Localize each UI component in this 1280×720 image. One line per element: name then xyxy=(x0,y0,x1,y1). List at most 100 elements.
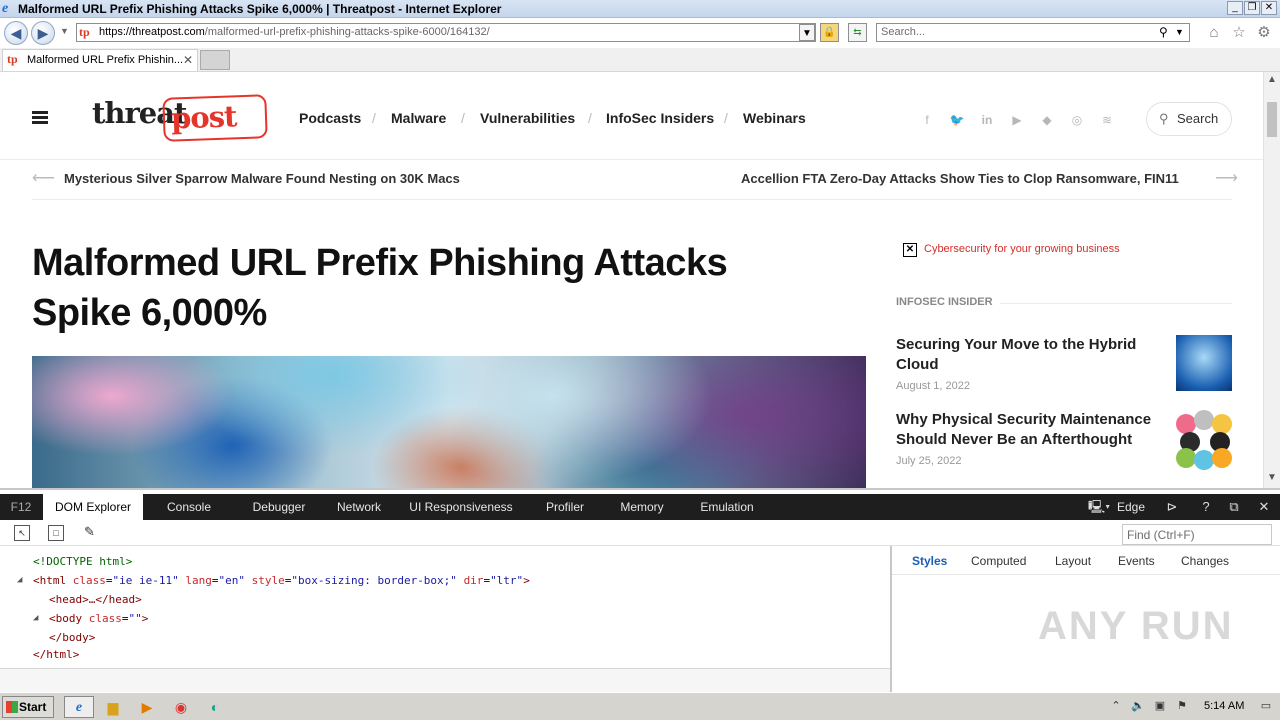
tab-console[interactable]: Console xyxy=(155,494,223,520)
twitter-icon[interactable]: 🐦 xyxy=(949,112,965,128)
dom-head-node[interactable]: <head>…</head> xyxy=(49,590,142,609)
windows-taskbar: Start e ▆ ▶ ◉ ◐ ⌃ 🔈 ▣ ⚑ 5:14 AM ▭ xyxy=(0,692,1280,720)
nav-malware[interactable]: Malware xyxy=(391,110,446,126)
nav-podcasts[interactable]: Podcasts xyxy=(299,110,361,126)
tab-memory[interactable]: Memory xyxy=(610,494,674,520)
select-element-icon[interactable]: ↖ xyxy=(14,525,30,541)
dom-tree: <!DOCTYPE html> ◢ <html class="ie ie-11"… xyxy=(0,546,890,668)
facebook-icon[interactable]: f xyxy=(919,112,935,128)
taskbar-internet-explorer-icon[interactable]: e xyxy=(64,696,94,718)
taskbar-file-explorer-icon[interactable]: ▆ xyxy=(98,696,128,718)
tab-events[interactable]: Events xyxy=(1118,554,1155,568)
logo-post-badge[interactable]: post xyxy=(162,94,268,142)
taskbar-edge-icon[interactable]: ◐ xyxy=(200,696,230,718)
close-window-button[interactable]: ✕ xyxy=(1261,1,1277,15)
start-button[interactable]: Start xyxy=(2,696,54,718)
arrow-left-icon[interactable]: ⟵ xyxy=(32,168,55,188)
iot-thumbnail-image[interactable] xyxy=(1176,410,1232,470)
home-icon[interactable]: ⌂ xyxy=(1205,24,1223,42)
address-dropdown-button[interactable]: ▼ xyxy=(799,24,815,41)
taskbar-clock[interactable]: 5:14 AM xyxy=(1204,700,1244,712)
insider-card-title[interactable]: Why Physical Security Maintenance Should… xyxy=(896,410,1158,450)
hamburger-menu-icon[interactable] xyxy=(32,111,48,125)
tray-network-icon[interactable]: ▣ xyxy=(1152,699,1168,715)
search-dropdown-icon[interactable]: ▼ xyxy=(1175,27,1184,37)
refresh-icon[interactable]: ⇆ xyxy=(848,23,867,42)
highlight-element-icon[interactable]: □ xyxy=(48,525,64,541)
page-scrollbar[interactable]: ▲ ▼ xyxy=(1263,72,1280,488)
dom-breadcrumb-bar xyxy=(0,668,890,692)
undock-icon[interactable]: ⧉ xyxy=(1224,494,1244,520)
history-dropdown-icon[interactable]: ▼ xyxy=(60,26,69,36)
show-desktop-icon[interactable]: ▭ xyxy=(1258,699,1274,715)
scroll-down-icon[interactable]: ▼ xyxy=(1267,472,1277,483)
linkedin-icon[interactable]: in xyxy=(979,112,995,128)
tab-changes[interactable]: Changes xyxy=(1181,554,1229,568)
scrollbar-thumb[interactable] xyxy=(1267,102,1277,137)
console-toggle-icon[interactable]: ⊳ xyxy=(1162,494,1182,520)
tab-debugger[interactable]: Debugger xyxy=(240,494,318,520)
tray-flag-icon[interactable]: ⚑ xyxy=(1174,699,1190,715)
cloud-thumbnail-image[interactable] xyxy=(1176,335,1232,391)
rss-icon[interactable]: ≋ xyxy=(1099,112,1115,128)
site-search-button[interactable]: ⚲ Search xyxy=(1146,102,1232,136)
nav-infosec-insiders[interactable]: InfoSec Insiders xyxy=(606,110,714,126)
address-bar[interactable]: tp https://threatpost.com/malformed-url-… xyxy=(76,23,816,42)
youtube-icon[interactable]: ▶ xyxy=(1009,112,1025,128)
tab-threatpost[interactable]: tp Malformed URL Prefix Phishin... ✕ xyxy=(2,49,198,71)
target-device-icon[interactable]: 🖳▾ xyxy=(1086,494,1112,520)
instagram-icon[interactable]: ◎ xyxy=(1069,112,1085,128)
anyrun-watermark: ANY RUN xyxy=(1038,604,1234,648)
dom-html-close[interactable]: </html> xyxy=(33,645,79,664)
tray-expand-icon[interactable]: ⌃ xyxy=(1108,699,1124,715)
tab-emulation[interactable]: Emulation xyxy=(690,494,764,520)
dom-html-node[interactable]: ◢ <html class="ie ie-11" lang="en" style… xyxy=(17,571,530,590)
tab-label: Malformed URL Prefix Phishin... xyxy=(27,54,184,66)
previous-article-link[interactable]: Mysterious Silver Sparrow Malware Found … xyxy=(64,171,460,186)
tab-computed[interactable]: Computed xyxy=(971,554,1026,568)
nav-separator: / xyxy=(461,110,465,126)
tab-layout[interactable]: Layout xyxy=(1055,554,1091,568)
minimize-button[interactable]: _ xyxy=(1227,1,1243,15)
lock-icon[interactable]: 🔒 xyxy=(820,23,839,42)
back-button[interactable]: ◀ xyxy=(4,21,28,45)
tray-volume-icon[interactable]: 🔈 xyxy=(1130,699,1146,715)
windows-logo-icon xyxy=(6,701,18,713)
broken-image-icon[interactable]: ✕ xyxy=(903,243,917,257)
f12-label: F12 xyxy=(10,500,32,514)
color-picker-icon[interactable]: ✎ xyxy=(84,524,95,540)
nav-separator: / xyxy=(724,110,728,126)
settings-gear-icon[interactable]: ⚙ xyxy=(1255,24,1273,42)
help-icon[interactable]: ? xyxy=(1196,494,1216,520)
favorites-star-icon[interactable]: ☆ xyxy=(1230,24,1248,42)
tab-profiler[interactable]: Profiler xyxy=(535,494,595,520)
search-input[interactable]: Search... ⚲ ▼ xyxy=(876,23,1190,42)
tab-network[interactable]: Network xyxy=(326,494,392,520)
taskbar-media-player-icon[interactable]: ▶ xyxy=(132,696,162,718)
nav-webinars[interactable]: Webinars xyxy=(743,110,806,126)
next-article-link[interactable]: Accellion FTA Zero-Day Attacks Show Ties… xyxy=(741,171,1179,186)
new-tab-button[interactable] xyxy=(200,50,230,70)
feedly-icon[interactable]: ◆ xyxy=(1039,112,1055,128)
scroll-up-icon[interactable]: ▲ xyxy=(1267,74,1277,85)
search-icon[interactable]: ⚲ xyxy=(1159,25,1168,39)
f12-devtools-panel: F12 DOM Explorer Console Debugger Networ… xyxy=(0,488,1280,692)
insider-card-title[interactable]: Securing Your Move to the Hybrid Cloud xyxy=(896,335,1158,375)
ad-link[interactable]: Cybersecurity for your growing business xyxy=(924,243,1120,255)
forward-button[interactable]: ▶ xyxy=(31,21,55,45)
close-devtools-icon[interactable]: ✕ xyxy=(1254,494,1274,520)
arrow-right-icon[interactable]: ⟶ xyxy=(1215,168,1238,188)
dom-doctype[interactable]: <!DOCTYPE html> xyxy=(33,552,132,571)
nav-vulnerabilities[interactable]: Vulnerabilities xyxy=(480,110,575,126)
tab-dom-explorer[interactable]: DOM Explorer xyxy=(43,494,143,520)
close-tab-icon[interactable]: ✕ xyxy=(183,53,193,67)
tab-styles[interactable]: Styles xyxy=(912,554,947,568)
tab-ui-responsiveness[interactable]: UI Responsiveness xyxy=(402,494,520,520)
taskbar-chrome-icon[interactable]: ◉ xyxy=(166,696,196,718)
dom-find-input[interactable]: Find (Ctrl+F) xyxy=(1122,524,1272,545)
styles-panel: Styles Computed Layout Events Changes AN… xyxy=(892,546,1280,668)
maximize-button[interactable]: ❐ xyxy=(1244,1,1260,15)
dom-body-node[interactable]: ◢ <body class=""> xyxy=(33,609,148,628)
devtools-tab-bar: F12 DOM Explorer Console Debugger Networ… xyxy=(0,494,1280,520)
emulation-mode-label[interactable]: Edge xyxy=(1112,494,1150,520)
